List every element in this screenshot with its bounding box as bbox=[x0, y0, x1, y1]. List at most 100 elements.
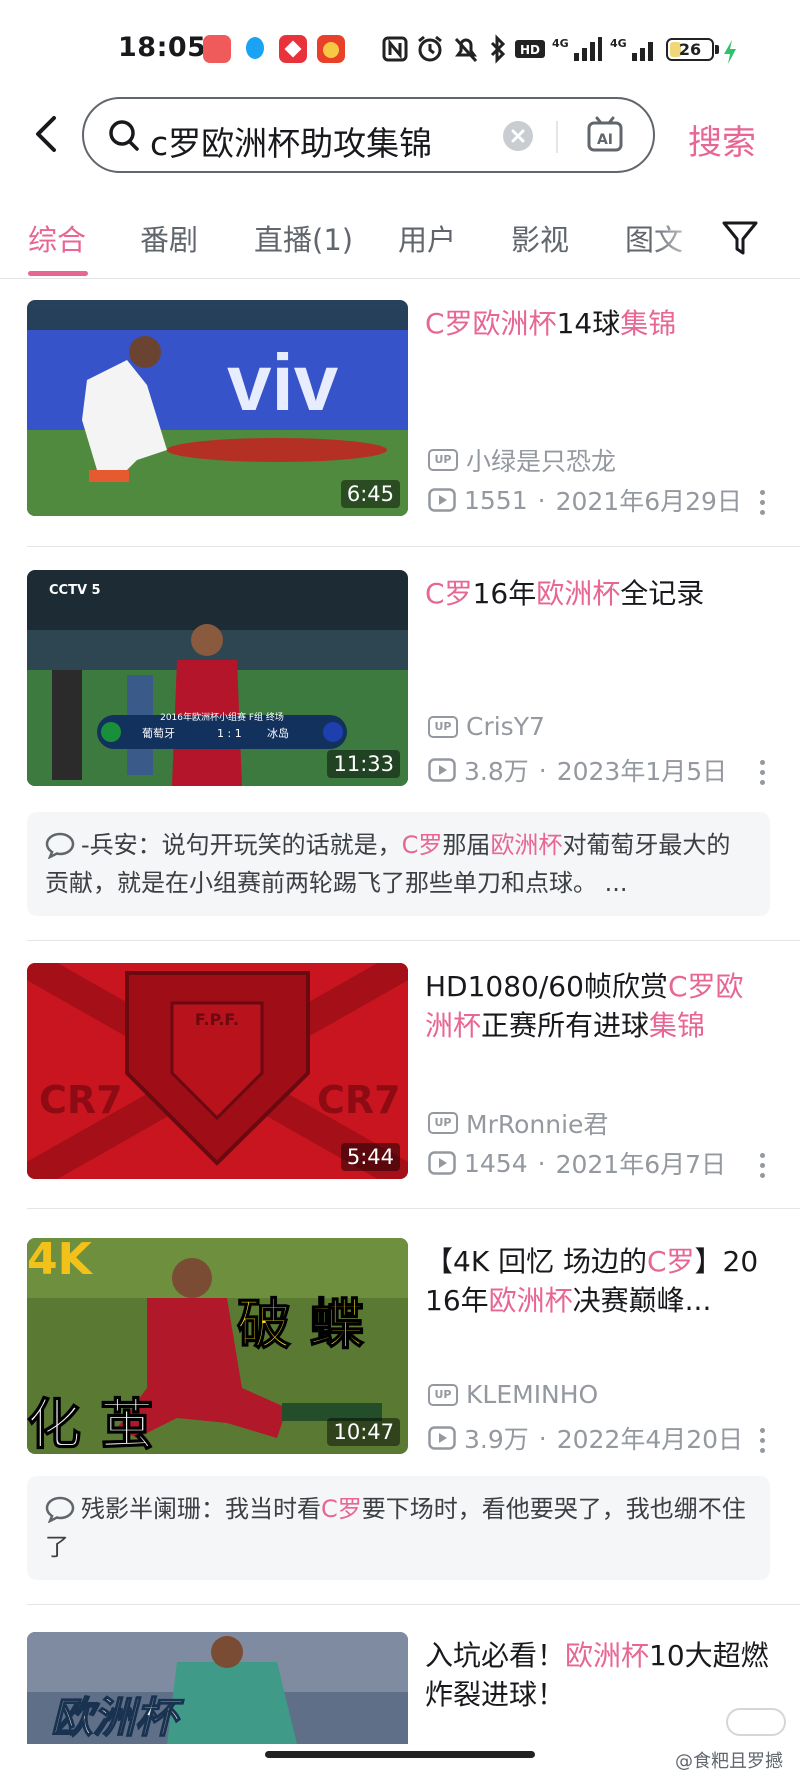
battery-text: 26 bbox=[678, 40, 702, 59]
battery-tip bbox=[715, 45, 719, 54]
title-highlight: 欧洲杯 bbox=[565, 1639, 650, 1672]
svg-text:4K: 4K bbox=[27, 1238, 94, 1285]
mute-icon bbox=[454, 37, 478, 63]
view-count: 1454 bbox=[464, 1148, 528, 1178]
svg-text:HD: HD bbox=[520, 43, 540, 57]
result-separator bbox=[27, 1208, 800, 1209]
video-thumbnail[interactable]: 欧洲杯 bbox=[27, 1632, 408, 1744]
more-options-icon[interactable] bbox=[758, 760, 766, 790]
title-text: 【4K 回忆 场边的 bbox=[425, 1245, 647, 1278]
video-thumbnail[interactable]: viv 6:45 bbox=[27, 300, 408, 516]
svg-text:CCTV 5: CCTV 5 bbox=[49, 583, 101, 598]
app-icon-red bbox=[203, 35, 231, 63]
ai-icon[interactable]: AI bbox=[587, 116, 623, 156]
home-indicator[interactable] bbox=[265, 1751, 535, 1758]
up-badge-icon: UP bbox=[428, 1112, 458, 1134]
hd-icon: HD bbox=[515, 40, 545, 58]
svg-text:4G: 4G bbox=[552, 37, 569, 50]
search-icon bbox=[109, 120, 139, 151]
uploader-row[interactable]: UP CrisY7 bbox=[428, 712, 545, 741]
svg-text:AI: AI bbox=[597, 132, 613, 148]
status-time: 18:05 bbox=[118, 32, 207, 63]
svg-text:化 茧: 化 茧 bbox=[27, 1392, 154, 1454]
publish-date: 2022年4月20日 bbox=[556, 1425, 744, 1454]
publish-date: 2021年6月7日 bbox=[555, 1150, 727, 1179]
top-comment[interactable]: -兵安：说句开玩笑的话就是，C罗那届欧洲杯对葡萄牙最大的贡献，就是在小组赛前两轮… bbox=[27, 812, 770, 916]
search-query-text[interactable]: c罗欧洲杯助攻集锦 bbox=[150, 117, 432, 165]
svg-text:F.P.F.: F.P.F. bbox=[195, 1010, 239, 1029]
svg-text:CR7: CR7 bbox=[317, 1078, 401, 1122]
video-thumbnail[interactable]: F.P.F. CR7 CR7 5:44 bbox=[27, 963, 408, 1179]
svg-text:欧洲杯: 欧洲杯 bbox=[51, 1693, 185, 1742]
app-icon-checker bbox=[279, 35, 307, 63]
view-count: 1551 bbox=[464, 485, 528, 515]
tab-all[interactable]: 综合 bbox=[28, 217, 86, 259]
title-text: 决赛巅峰... bbox=[572, 1284, 712, 1317]
up-badge-icon: UP bbox=[428, 715, 458, 738]
top-comment[interactable]: 残影半阑珊：我当时看C罗要下场时，看他要哭了，我也绷不住了 bbox=[27, 1476, 770, 1580]
video-title[interactable]: 入坑必看！欧洲杯10大超燃炸裂进球！ bbox=[425, 1636, 770, 1714]
play-count-icon bbox=[428, 1426, 456, 1450]
back-arrow-icon[interactable] bbox=[28, 112, 68, 156]
video-duration: 6:45 bbox=[340, 480, 400, 508]
meta-dot: · bbox=[538, 755, 547, 785]
title-text: 全记录 bbox=[620, 577, 705, 610]
clear-icon[interactable] bbox=[503, 121, 533, 151]
signal-icon: 4G bbox=[610, 37, 653, 61]
video-thumbnail[interactable]: 4K 破 蝶 化 茧 10:47 bbox=[27, 1238, 408, 1454]
svg-text:冰岛: 冰岛 bbox=[267, 726, 289, 740]
uploader-row[interactable]: UP 小绿是只恐龙 bbox=[428, 442, 616, 478]
comment-highlight: C罗 bbox=[401, 831, 443, 859]
video-title[interactable]: 【4K 回忆 场边的C罗】2016年欧洲杯决赛巅峰... bbox=[425, 1242, 770, 1320]
title-highlight: 欧洲杯 bbox=[488, 1284, 573, 1317]
video-title[interactable]: C罗欧洲杯14球集锦 bbox=[425, 304, 770, 343]
result-card[interactable]: CCTV 5 2016年欧洲杯小组赛 F组 终场 葡萄牙 1 : 1 冰岛 11… bbox=[0, 570, 800, 820]
more-options-icon[interactable] bbox=[758, 490, 766, 520]
play-count-icon bbox=[428, 488, 456, 512]
comment-icon bbox=[45, 832, 75, 859]
comment-text: 那届 bbox=[442, 831, 491, 859]
video-duration: 5:44 bbox=[340, 1143, 400, 1171]
title-highlight: C罗欧洲杯 bbox=[425, 307, 557, 340]
bluetooth-icon bbox=[490, 34, 506, 64]
comment-text: -兵安：说句开玩笑的话就是， bbox=[81, 831, 402, 859]
title-text: 14球 bbox=[556, 307, 621, 340]
search-submit-button[interactable]: 搜索 bbox=[688, 115, 756, 164]
result-card[interactable]: F.P.F. CR7 CR7 5:44 HD1080/60帧欣赏C罗欧洲杯正赛所… bbox=[0, 963, 800, 1193]
search-input[interactable]: c罗欧洲杯助攻集锦 AI bbox=[82, 97, 655, 173]
title-highlight: C罗 bbox=[646, 1245, 695, 1278]
tab-bangumi[interactable]: 番剧 bbox=[140, 217, 198, 259]
search-divider bbox=[556, 121, 558, 153]
video-title[interactable]: HD1080/60帧欣赏C罗欧洲杯正赛所有进球集锦 bbox=[425, 967, 770, 1045]
svg-text:2016年欧洲杯小组赛 F组 终场: 2016年欧洲杯小组赛 F组 终场 bbox=[160, 711, 284, 723]
nfc-icon bbox=[382, 36, 408, 62]
filter-icon[interactable] bbox=[720, 217, 760, 259]
video-title[interactable]: C罗16年欧洲杯全记录 bbox=[425, 574, 770, 613]
svg-text:破 蝶: 破 蝶 bbox=[237, 1292, 365, 1356]
uploader-row[interactable]: UP MrRonnie君 bbox=[428, 1105, 608, 1141]
video-meta: 1454 · 2021年6月7日 bbox=[428, 1145, 726, 1181]
play-count-icon bbox=[428, 758, 456, 782]
video-meta: 3.8万 · 2023年1月5日 bbox=[428, 752, 727, 788]
svg-text:4G: 4G bbox=[610, 37, 627, 50]
title-text: 16年 bbox=[472, 577, 537, 610]
more-options-icon[interactable] bbox=[758, 1153, 766, 1183]
result-card[interactable]: 4K 破 蝶 化 茧 10:47 【4K 回忆 场边的C罗】2016年欧洲杯决赛… bbox=[0, 1238, 800, 1468]
svg-text:1 : 1: 1 : 1 bbox=[217, 727, 242, 740]
tab-movies[interactable]: 影视 bbox=[511, 217, 569, 259]
uploader-row[interactable]: UP KLEMINHO bbox=[428, 1380, 598, 1409]
video-thumbnail[interactable]: CCTV 5 2016年欧洲杯小组赛 F组 终场 葡萄牙 1 : 1 冰岛 11… bbox=[27, 570, 408, 786]
result-card[interactable]: viv 6:45 C罗欧洲杯14球集锦 UP 小绿是只恐龙 1551 · 2021年6… bbox=[0, 300, 800, 530]
tab-live[interactable]: 直播(1) bbox=[254, 217, 353, 259]
watermark-logo bbox=[726, 1708, 786, 1736]
signal-icon: 4G bbox=[552, 37, 602, 61]
up-badge-icon: UP bbox=[428, 449, 458, 471]
result-separator bbox=[27, 1604, 800, 1605]
meta-dot: · bbox=[537, 485, 546, 515]
charging-icon bbox=[724, 40, 736, 64]
uploader-name: CrisY7 bbox=[466, 712, 545, 741]
more-options-icon[interactable] bbox=[758, 1428, 766, 1458]
tab-users[interactable]: 用户 bbox=[398, 217, 456, 259]
play-count-icon bbox=[428, 1151, 456, 1175]
svg-text:CR7: CR7 bbox=[39, 1078, 123, 1122]
